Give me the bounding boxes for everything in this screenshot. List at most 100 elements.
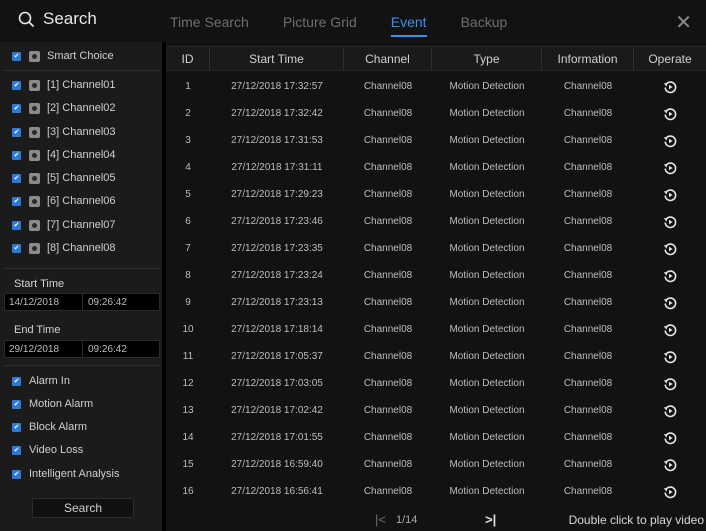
filter-alarm-in[interactable]: ✔ Alarm In bbox=[12, 375, 70, 387]
cell-information: Channel08 bbox=[563, 81, 613, 92]
channel-checkbox-1[interactable]: ✔ [1] Channel01 bbox=[12, 79, 116, 91]
end-time-value[interactable]: 09:26:42 bbox=[83, 344, 127, 355]
table-row[interactable]: 5 27/12/2018 17:29:23 Channel08 Motion Dete… bbox=[166, 181, 706, 208]
filter-motion-alarm[interactable]: ✔ Motion Alarm bbox=[12, 398, 93, 410]
filter-label: Block Alarm bbox=[29, 421, 88, 433]
smart-choice-checkbox[interactable]: ✔ Smart Choice bbox=[12, 50, 114, 62]
filter-intelligent-analysis[interactable]: ✔ Intelligent Analysis bbox=[12, 468, 120, 480]
event-table-panel: ID Start Time Channel Type Information O… bbox=[166, 42, 706, 531]
playback-icon[interactable] bbox=[634, 289, 706, 316]
playback-icon[interactable] bbox=[634, 100, 706, 127]
channel-checkbox-2[interactable]: ✔ [2] Channel02 bbox=[12, 102, 116, 114]
playback-icon[interactable] bbox=[634, 208, 706, 235]
table-row[interactable]: 6 27/12/2018 17:23:46 Channel08 Motion Dete… bbox=[166, 208, 706, 235]
tab-backup[interactable]: Backup bbox=[461, 14, 508, 30]
end-time-field[interactable]: 29/12/2018 09:26:42 bbox=[4, 340, 160, 358]
checkbox-checked-icon: ✔ bbox=[12, 399, 21, 409]
close-icon[interactable]: ✕ bbox=[675, 10, 692, 35]
table-row[interactable]: 14 27/12/2018 17:01:55 Channel08 Motion Det… bbox=[166, 424, 706, 451]
cell-id: 7 bbox=[185, 243, 191, 254]
cell-information: Channel08 bbox=[563, 351, 613, 362]
page-indicator: 1/14 bbox=[396, 513, 418, 526]
sidebar: ✔ Smart Choice ✔ [1] Channel01 ✔ [2] Cha… bbox=[0, 42, 162, 531]
channel-label: [5] Channel05 bbox=[47, 172, 116, 184]
channel-checkbox-3[interactable]: ✔ [3] Channel03 bbox=[12, 126, 116, 138]
table-row[interactable]: 15 27/12/2018 16:59:40 Channel08 Motion Det… bbox=[166, 451, 706, 478]
channel-checkbox-8[interactable]: ✔ [8] Channel08 bbox=[12, 242, 116, 254]
table-row[interactable]: 9 27/12/2018 17:23:13 Channel08 Motion Dete… bbox=[166, 289, 706, 316]
cell-channel: Channel08 bbox=[363, 189, 413, 200]
table-row[interactable]: 1 27/12/2018 17:32:57 Channel08 Motion Dete… bbox=[166, 73, 706, 100]
first-page-icon[interactable]: |< bbox=[375, 512, 386, 527]
playback-icon[interactable] bbox=[634, 181, 706, 208]
playback-icon[interactable] bbox=[634, 154, 706, 181]
playback-icon[interactable] bbox=[634, 451, 706, 478]
table-row[interactable]: 4 27/12/2018 17:31:11 Channel08 Motion Dete… bbox=[166, 154, 706, 181]
channel-checkbox-6[interactable]: ✔ [6] Channel06 bbox=[12, 195, 116, 207]
table-row[interactable]: 11 27/12/2018 17:05:37 Channel08 Motion Det… bbox=[166, 343, 706, 370]
cell-channel: Channel08 bbox=[363, 405, 413, 416]
channel-label: [2] Channel02 bbox=[47, 102, 116, 114]
start-time-value[interactable]: 09:26:42 bbox=[83, 297, 127, 308]
table-row[interactable]: 10 27/12/2018 17:18:14 Channel08 Motion Det… bbox=[166, 316, 706, 343]
table-row[interactable]: 16 27/12/2018 16:56:41 Channel08 Motion Det… bbox=[166, 478, 706, 505]
cell-type: Motion Detection bbox=[449, 297, 525, 308]
cell-channel: Channel08 bbox=[363, 324, 413, 335]
table-row[interactable]: 13 27/12/2018 17:02:42 Channel08 Motion Det… bbox=[166, 397, 706, 424]
cell-type: Motion Detection bbox=[449, 378, 525, 389]
filter-video-loss[interactable]: ✔ Video Loss bbox=[12, 444, 83, 456]
start-time-field[interactable]: 14/12/2018 09:26:42 bbox=[4, 293, 160, 311]
tab-time-search[interactable]: Time Search bbox=[170, 14, 249, 30]
cell-start-time: 27/12/2018 17:01:55 bbox=[231, 432, 323, 443]
checkbox-checked-icon: ✔ bbox=[12, 243, 21, 253]
last-page-icon[interactable]: >| bbox=[485, 512, 496, 527]
playback-icon[interactable] bbox=[634, 262, 706, 289]
checkbox-checked-icon: ✔ bbox=[12, 220, 21, 230]
cell-id: 9 bbox=[185, 297, 191, 308]
cell-id: 5 bbox=[185, 189, 191, 200]
cell-id: 12 bbox=[182, 378, 194, 389]
playback-icon[interactable] bbox=[634, 127, 706, 154]
end-date-value[interactable]: 29/12/2018 bbox=[5, 341, 83, 357]
cell-id: 4 bbox=[185, 162, 191, 173]
table-row[interactable]: 3 27/12/2018 17:31:53 Channel08 Motion Dete… bbox=[166, 127, 706, 154]
cell-start-time: 27/12/2018 17:23:13 bbox=[231, 297, 323, 308]
table-row[interactable]: 2 27/12/2018 17:32:42 Channel08 Motion Dete… bbox=[166, 100, 706, 127]
playback-icon[interactable] bbox=[634, 316, 706, 343]
channel-label: [6] Channel06 bbox=[47, 195, 116, 207]
checkbox-checked-icon: ✔ bbox=[12, 103, 21, 113]
channel-checkbox-7[interactable]: ✔ [7] Channel07 bbox=[12, 219, 116, 231]
playback-icon[interactable] bbox=[634, 235, 706, 262]
table-row[interactable]: 12 27/12/2018 17:03:05 Channel08 Motion Det… bbox=[166, 370, 706, 397]
playback-icon[interactable] bbox=[634, 343, 706, 370]
channel-checkbox-5[interactable]: ✔ [5] Channel05 bbox=[12, 172, 116, 184]
filter-label: Intelligent Analysis bbox=[29, 468, 120, 480]
tab-event[interactable]: Event bbox=[390, 14, 427, 37]
search-button[interactable]: Search bbox=[32, 498, 134, 518]
filter-block-alarm[interactable]: ✔ Block Alarm bbox=[12, 421, 87, 433]
cell-type: Motion Detection bbox=[449, 243, 525, 254]
playback-icon[interactable] bbox=[634, 397, 706, 424]
channel-label: [8] Channel08 bbox=[47, 242, 116, 254]
cell-id: 6 bbox=[185, 216, 191, 227]
cell-channel: Channel08 bbox=[363, 297, 413, 308]
tab-picture-grid[interactable]: Picture Grid bbox=[283, 14, 357, 30]
table-row[interactable]: 8 27/12/2018 17:23:24 Channel08 Motion Dete… bbox=[166, 262, 706, 289]
cell-type: Motion Detection bbox=[449, 486, 525, 497]
playback-icon[interactable] bbox=[634, 478, 706, 505]
cell-information: Channel08 bbox=[563, 162, 613, 173]
playback-icon[interactable] bbox=[634, 424, 706, 451]
cell-id: 10 bbox=[182, 324, 194, 335]
cell-channel: Channel08 bbox=[363, 162, 413, 173]
cell-id: 11 bbox=[182, 351, 194, 362]
cell-information: Channel08 bbox=[563, 405, 613, 416]
start-date-value[interactable]: 14/12/2018 bbox=[5, 294, 83, 310]
playback-icon[interactable] bbox=[634, 73, 706, 100]
playback-icon[interactable] bbox=[634, 370, 706, 397]
cell-id: 2 bbox=[185, 108, 191, 119]
camera-icon bbox=[29, 242, 40, 254]
channel-checkbox-4[interactable]: ✔ [4] Channel04 bbox=[12, 149, 116, 161]
cell-channel: Channel08 bbox=[363, 432, 413, 443]
cell-channel: Channel08 bbox=[363, 270, 413, 281]
table-row[interactable]: 7 27/12/2018 17:23:35 Channel08 Motion Dete… bbox=[166, 235, 706, 262]
